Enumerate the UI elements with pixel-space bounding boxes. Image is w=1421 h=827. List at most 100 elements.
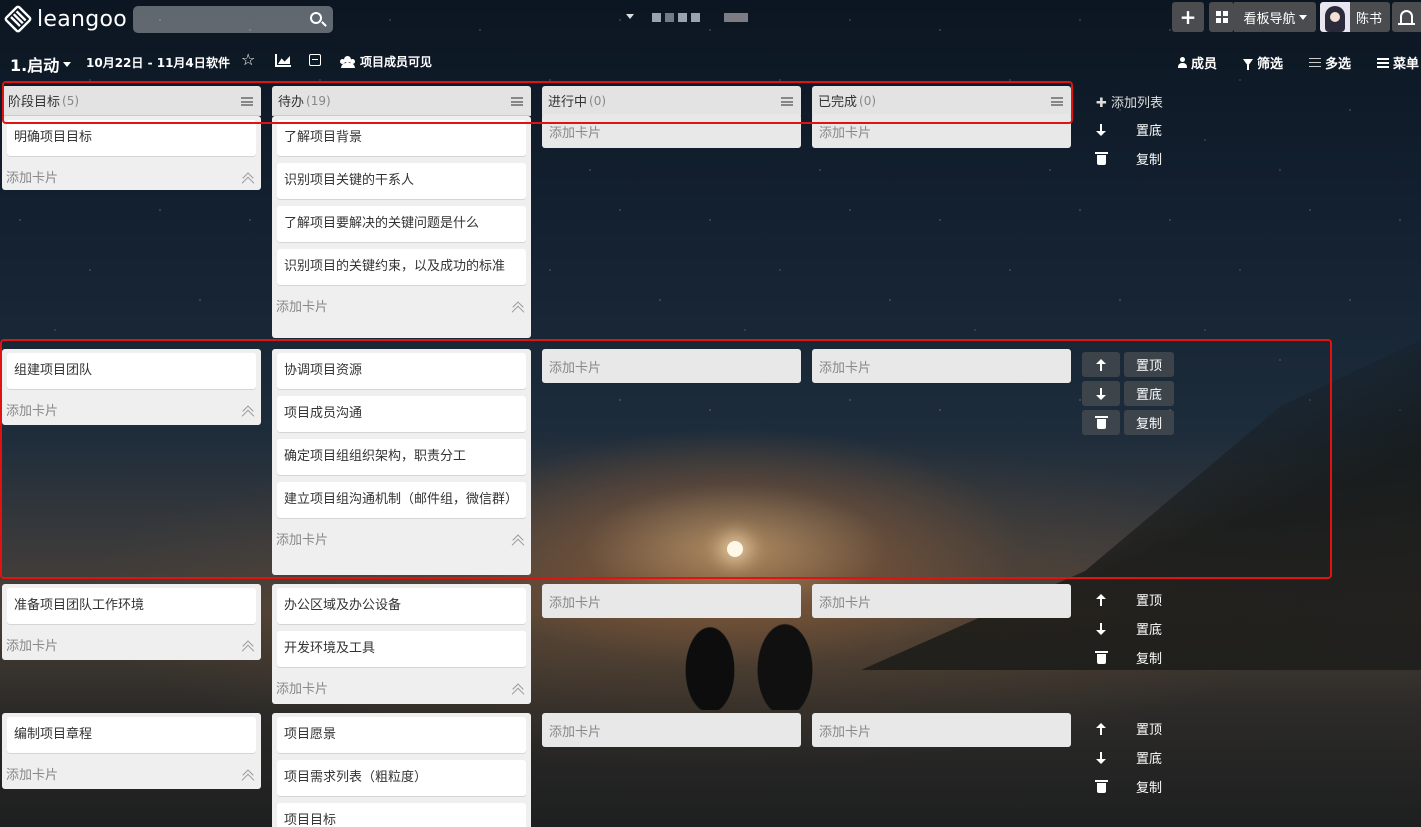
- add-card-button[interactable]: 添加卡片: [3, 760, 260, 786]
- column-name: 进行中: [548, 95, 588, 110]
- column-menu-icon[interactable]: [781, 97, 793, 106]
- lane-copy[interactable]: 复制: [1082, 774, 1176, 799]
- move-top-label: 置顶: [1135, 723, 1162, 738]
- column-count: (5): [62, 93, 80, 108]
- user-name: 陈书: [1356, 11, 1383, 27]
- card[interactable]: 开发环境及工具: [277, 631, 526, 667]
- card[interactable]: 建立项目组沟通机制（邮件组，微信群）: [277, 482, 526, 518]
- add-card-done-4[interactable]: 添加卡片: [812, 713, 1071, 747]
- column-header-in-progress[interactable]: 进行中 (0): [542, 86, 801, 116]
- collapse-up-icon[interactable]: [242, 172, 254, 184]
- card[interactable]: 项目需求列表（粗粒度）: [277, 760, 526, 796]
- board-title-text: 1.启动: [10, 56, 60, 75]
- menu-button[interactable]: 菜单: [1377, 53, 1419, 72]
- collapse-up-icon[interactable]: [242, 769, 254, 781]
- card[interactable]: 确定项目组组织架构，职责分工: [277, 439, 526, 475]
- bell-icon: [1398, 9, 1415, 25]
- add-list-label: 添加列表: [1111, 96, 1164, 111]
- add-card-done-3[interactable]: 添加卡片: [812, 584, 1071, 618]
- add-card-in-progress-4[interactable]: 添加卡片: [542, 713, 801, 747]
- sprint-date-range[interactable]: 10月22日 - 11月4日: [86, 54, 206, 71]
- card[interactable]: 项目目标: [277, 803, 526, 827]
- chevron-down-icon: [1298, 14, 1307, 20]
- card[interactable]: 协调项目资源: [277, 353, 526, 389]
- column-menu-icon[interactable]: [511, 97, 523, 106]
- add-card-in-progress-1[interactable]: 添加卡片: [542, 114, 801, 148]
- lane-todo-3: 办公区域及办公设备 开发环境及工具 添加卡片: [272, 584, 531, 704]
- add-card-button[interactable]: 添加卡片: [273, 292, 530, 318]
- lane-todo-2: 协调项目资源 项目成员沟通 确定项目组组织架构，职责分工 建立项目组沟通机制（邮…: [272, 349, 531, 575]
- star-icon[interactable]: ☆: [241, 50, 255, 69]
- members-button[interactable]: 成员: [1178, 53, 1217, 72]
- add-list-button[interactable]: ✚ 添加列表: [1096, 92, 1163, 111]
- board-toolbar: 1.启动 10月22日 - 11月4日 软件 ☆ 项目成员可见 成员 筛选 多选…: [0, 46, 1421, 76]
- column-header-todo[interactable]: 待办 (19): [272, 86, 531, 116]
- search-input[interactable]: [133, 6, 333, 33]
- lane-move-bottom[interactable]: 置底: [1082, 117, 1176, 142]
- user-menu-button[interactable]: 陈书: [1320, 2, 1390, 32]
- add-card-button[interactable]: 添加卡片: [3, 163, 260, 189]
- lane-move-bottom[interactable]: 置底: [1082, 381, 1176, 406]
- card[interactable]: 明确项目目标: [7, 120, 256, 156]
- add-card-done-2[interactable]: 添加卡片: [812, 349, 1071, 383]
- add-card-button[interactable]: 添加卡片: [273, 674, 530, 700]
- lane-move-top[interactable]: 置顶: [1082, 716, 1176, 741]
- add-card-button[interactable]: 添加卡片: [273, 525, 530, 551]
- multi-select-button[interactable]: 多选: [1309, 53, 1351, 72]
- add-card-done-1[interactable]: 添加卡片: [812, 114, 1071, 148]
- add-card-label: 添加卡片: [276, 299, 329, 315]
- collapse-up-icon[interactable]: [242, 640, 254, 652]
- board-grid-button[interactable]: [1209, 2, 1234, 32]
- collapse-up-icon[interactable]: [512, 301, 524, 313]
- leangoo-logo-icon: [3, 4, 33, 34]
- card[interactable]: 准备项目团队工作环境: [7, 588, 256, 624]
- add-card-in-progress-3[interactable]: 添加卡片: [542, 584, 801, 618]
- card[interactable]: 办公区域及办公设备: [277, 588, 526, 624]
- notifications-button[interactable]: [1392, 2, 1421, 32]
- lane-move-bottom[interactable]: 置底: [1082, 616, 1176, 641]
- lane-move-top[interactable]: 置顶: [1082, 587, 1176, 612]
- card[interactable]: 了解项目背景: [277, 120, 526, 156]
- collapse-up-icon[interactable]: [242, 405, 254, 417]
- card[interactable]: 项目成员沟通: [277, 396, 526, 432]
- column-header-done[interactable]: 已完成 (0): [812, 86, 1071, 116]
- lane-move-bottom[interactable]: 置底: [1082, 745, 1176, 770]
- chart-icon[interactable]: [275, 54, 291, 67]
- lane-copy[interactable]: 复制: [1082, 146, 1176, 171]
- card[interactable]: 识别项目关键的干系人: [277, 163, 526, 199]
- board-nav-button[interactable]: 看板导航: [1234, 2, 1316, 32]
- collapse-up-icon[interactable]: [512, 534, 524, 546]
- column-menu-icon[interactable]: [1051, 97, 1063, 106]
- filter-button[interactable]: 筛选: [1243, 53, 1283, 72]
- visibility-button[interactable]: 项目成员可见: [340, 53, 432, 70]
- card[interactable]: 了解项目要解决的关键问题是什么: [277, 206, 526, 242]
- lane-copy[interactable]: 复制: [1082, 410, 1176, 435]
- column-menu-icon[interactable]: [241, 97, 253, 106]
- logo[interactable]: leangoo: [3, 4, 127, 34]
- move-bottom-label: 置底: [1135, 752, 1162, 767]
- copy-label: 复制: [1135, 652, 1162, 667]
- lane-copy[interactable]: 复制: [1082, 645, 1176, 670]
- board-tag[interactable]: 软件: [206, 54, 230, 71]
- menu-icon: [1377, 57, 1389, 68]
- add-button[interactable]: +: [1172, 2, 1204, 32]
- card[interactable]: 编制项目章程: [7, 717, 256, 753]
- move-top-label: 置顶: [1124, 352, 1174, 377]
- column-count: (0): [859, 93, 877, 108]
- lane-move-top[interactable]: 置顶: [1082, 352, 1176, 377]
- collapse-up-icon[interactable]: [512, 683, 524, 695]
- add-card-in-progress-2[interactable]: 添加卡片: [542, 349, 801, 383]
- column-header-goals[interactable]: 阶段目标 (5): [2, 86, 261, 116]
- board-switch-dropdown[interactable]: [626, 12, 634, 22]
- lane-todo-4: 项目愿景 项目需求列表（粗粒度） 项目目标: [272, 713, 531, 827]
- collapse-icon[interactable]: [309, 54, 321, 66]
- column-name: 已完成: [818, 95, 858, 110]
- board-title[interactable]: 1.启动: [10, 52, 72, 76]
- card[interactable]: 识别项目的关键约束，以及成功的标准: [277, 249, 526, 285]
- column-count: (0): [589, 93, 607, 108]
- search-icon[interactable]: [310, 12, 322, 24]
- add-card-button[interactable]: 添加卡片: [3, 631, 260, 657]
- card[interactable]: 项目愿景: [277, 717, 526, 753]
- add-card-button[interactable]: 添加卡片: [3, 396, 260, 422]
- card[interactable]: 组建项目团队: [7, 353, 256, 389]
